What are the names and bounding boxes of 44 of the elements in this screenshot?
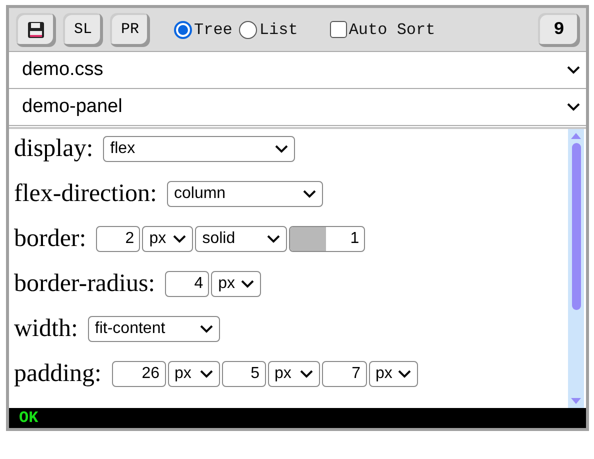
scroll-thumb[interactable] [572, 143, 580, 310]
scroll-up-icon [571, 133, 581, 139]
value-select[interactable]: px [168, 361, 220, 387]
number-input[interactable]: 5 [222, 361, 266, 387]
color-input[interactable]: 1 [289, 226, 366, 252]
chevron-down-icon [567, 103, 580, 111]
toolbar-button[interactable]: SL [63, 12, 103, 46]
status-text: OK [19, 409, 38, 427]
number-input[interactable]: 7 [322, 361, 366, 387]
value-select[interactable]: px [142, 226, 194, 252]
chevron-down-icon [567, 66, 580, 74]
value-select[interactable]: column [167, 181, 323, 207]
chevron-down-icon [303, 190, 316, 198]
value-select[interactable]: flex [103, 136, 296, 162]
number-input[interactable]: 2 [96, 226, 140, 252]
count-button[interactable]: 9 [538, 12, 580, 46]
chevron-down-icon [398, 370, 410, 378]
view-mode-radio[interactable]: List [239, 20, 298, 38]
value-select[interactable]: px [368, 361, 418, 387]
property-name: border: [14, 225, 86, 253]
number-input[interactable]: 4 [165, 271, 210, 297]
property-name: border-radius: [14, 270, 156, 298]
chevron-down-icon [267, 235, 280, 243]
chevron-down-icon [300, 370, 312, 378]
chevron-down-icon [200, 325, 213, 333]
property-name: display: [14, 135, 94, 163]
value-select[interactable]: solid [195, 226, 288, 252]
property-name: flex-direction: [14, 180, 157, 208]
chevron-down-icon [200, 370, 212, 378]
value-select[interactable]: px [211, 271, 262, 297]
value-select[interactable]: fit-content [88, 316, 220, 342]
scroll-down-icon [571, 398, 581, 404]
chevron-down-icon [275, 145, 288, 153]
toolbar-button[interactable]: PR [110, 12, 150, 46]
property-name: width: [14, 315, 78, 343]
view-mode-radio[interactable]: Tree [174, 20, 232, 38]
chevron-down-icon [241, 280, 254, 288]
auto-sort-checkbox[interactable]: Auto Sort [330, 20, 436, 38]
value-select[interactable]: px [268, 361, 320, 387]
number-input[interactable]: 26 [112, 361, 166, 387]
property-name: padding: [14, 360, 102, 388]
save-button[interactable] [16, 12, 56, 46]
scrollbar[interactable] [568, 129, 584, 408]
chevron-down-icon [173, 235, 186, 243]
